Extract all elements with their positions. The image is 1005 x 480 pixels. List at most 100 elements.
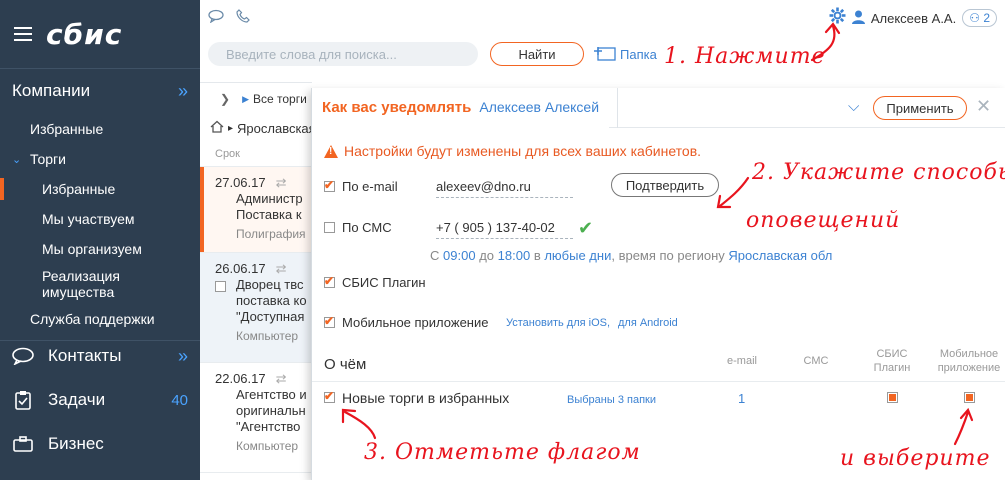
email-label: По e-mail (342, 179, 398, 194)
home-icon[interactable] (210, 120, 224, 136)
logo[interactable]: сбис (46, 18, 122, 51)
schedule-days[interactable]: любые дни (544, 248, 611, 263)
schedule-end-time[interactable]: 18:00 (498, 248, 531, 263)
user-icon (851, 10, 865, 27)
chevron-down-icon[interactable]: ⌵ (848, 98, 859, 115)
event-mobile-checkbox[interactable] (964, 392, 975, 403)
plugin-label: СБИС Плагин (342, 275, 426, 290)
schedule-tail: , время по региону (611, 248, 725, 263)
chevron-right-icon[interactable]: » (178, 81, 188, 102)
gear-icon[interactable] (829, 7, 846, 29)
new-folder-button[interactable]: Папка (594, 45, 657, 64)
briefcase-icon (12, 436, 34, 452)
event-plugin-checkbox[interactable] (887, 392, 898, 403)
column-email: e-mail (727, 355, 757, 367)
user-name[interactable]: Алексеев А.А. (871, 11, 956, 26)
sidebar-section-label: Задачи (48, 390, 106, 409)
region-filter[interactable]: ▸ Ярославская (200, 115, 312, 141)
event-new-tenders-checkbox[interactable] (324, 389, 335, 403)
row-subject: оригинальн (236, 403, 306, 418)
chevron-right-icon[interactable]: » (178, 346, 188, 367)
column-header-deadline[interactable]: Срок (200, 141, 312, 167)
table-row[interactable]: 27.06.17 ⇄ Администр Поставка к Полиграфи… (200, 167, 312, 253)
sidebar-section-business[interactable]: Бизнес (0, 422, 200, 466)
row-subject-cont: "Агентство (236, 419, 301, 434)
sidebar-item-favorites[interactable]: Избранные (0, 114, 200, 144)
schedule-start-time[interactable]: 09:00 (443, 248, 476, 263)
mobile-checkbox[interactable] (324, 314, 335, 328)
tab-notifications[interactable]: Как вас уведомлять Алексеев Алексей (312, 88, 610, 128)
annotation-step4: и выберите (840, 446, 991, 471)
region-label: Ярославская (237, 120, 312, 136)
warning-message: Настройки будут изменены для всех ваших … (324, 143, 701, 159)
sidebar-section-tasks[interactable]: Задачи 40 (0, 378, 200, 422)
sidebar-item-label: Реализация имущества (42, 268, 120, 300)
warning-text: Настройки будут изменены для всех ваших … (344, 143, 702, 159)
annotation-step1: 1. Нажмите (664, 44, 826, 69)
expand-arrow-icon[interactable]: ❯ (220, 92, 230, 106)
apply-button[interactable]: Применить (873, 96, 967, 120)
message-icon[interactable] (208, 9, 224, 26)
notifications-badge[interactable]: ⚇ 2 (962, 9, 997, 27)
sidebar-item-torgi-favorites[interactable]: Избранные (0, 174, 200, 204)
schedule-in: в (533, 248, 541, 263)
row-checkbox[interactable] (215, 281, 226, 292)
sidebar: сбис Компании » Избранные ⌄ Торги Избранн… (0, 0, 200, 480)
mobile-label: Мобильное приложение (342, 315, 489, 330)
sidebar-item-torgi[interactable]: ⌄ Торги (0, 144, 200, 174)
clipboard-icon (12, 390, 34, 410)
table-row[interactable]: 26.06.17 ⇄ Дворец твс поставка ко "Доступ… (200, 253, 312, 363)
breadcrumb-sep-icon: ▸ (228, 122, 234, 134)
table-row[interactable]: 22.06.17 ⇄ Агентство и оригинальн "Агентс… (200, 363, 312, 473)
panel-header: Как вас уведомлять Алексеев Алексей ⌵ Пр… (312, 88, 1005, 128)
email-field[interactable]: alexeev@dno.ru (436, 179, 573, 198)
search-input[interactable] (208, 42, 478, 66)
schedule-from: С (430, 248, 440, 263)
column-mobile: Мобильное приложение (932, 347, 1005, 375)
row-subject: поставка ко (236, 293, 307, 308)
forward-icon: ⇄ (275, 371, 287, 386)
sms-checkbox[interactable] (324, 222, 335, 233)
confirm-button[interactable]: Подтвердить (611, 173, 719, 197)
menu-icon[interactable] (14, 27, 32, 41)
row-title: Администр (236, 191, 303, 206)
schedule-to: до (479, 248, 495, 263)
forward-icon: ⇄ (275, 175, 287, 190)
column-mobile-l2: приложение (937, 362, 1001, 374)
ios-link[interactable]: Установить для iOS, (506, 317, 610, 329)
email-checkbox[interactable] (324, 178, 335, 192)
sidebar-item-support[interactable]: Служба поддержки (0, 304, 200, 334)
event-folders-link[interactable]: Выбраны 3 папки (567, 394, 656, 406)
sidebar-section-companies[interactable]: Компании » (0, 68, 200, 114)
panel-title: Как вас уведомлять (322, 98, 472, 116)
user-area: Алексеев А.А. ⚇ 2 (829, 7, 997, 29)
plugin-checkbox[interactable] (324, 274, 335, 288)
row-category: Полиграфия (236, 227, 306, 241)
sidebar-item-label: Служба поддержки (30, 311, 155, 327)
close-icon[interactable]: ✕ (976, 96, 991, 117)
sidebar-item-property[interactable]: Реализация имущества (0, 264, 200, 304)
find-button[interactable]: Найти (490, 42, 584, 66)
annotation-step2-line2: оповещений (746, 208, 901, 233)
sidebar-header: сбис (0, 0, 200, 68)
annotation-step3: 3. Отметьте флагом (364, 440, 641, 465)
row-category: Компьютер (236, 329, 299, 343)
sidebar-item-label: Мы участвуем (42, 211, 135, 227)
annotation-step2-line1: 2. Укажите способы (752, 160, 1005, 185)
row-date: 22.06.17 (215, 371, 266, 386)
schedule-region[interactable]: Ярославская обл (728, 248, 832, 263)
sidebar-item-participating[interactable]: Мы участвуем (0, 204, 200, 234)
column-plugin-l1: СБИС (876, 348, 908, 360)
sidebar-item-organizing[interactable]: Мы организуем (0, 234, 200, 264)
column-plugin-l2: Плагин (873, 362, 911, 374)
event-email-count[interactable]: 1 (738, 391, 745, 406)
check-icon: ✔ (578, 218, 594, 238)
android-link[interactable]: для Android (618, 317, 678, 329)
phone-field[interactable]: +7 ( 905 ) 137-40-02 (436, 220, 573, 239)
phone-icon[interactable] (236, 9, 250, 26)
sidebar-item-label: Торги (30, 151, 66, 167)
breadcrumb-all-tenders[interactable]: Все торги (253, 92, 307, 106)
panel-user-link[interactable]: Алексеев Алексей (479, 99, 599, 115)
row-subject: Поставка к (236, 207, 302, 222)
sidebar-section-contacts[interactable]: Контакты » (0, 334, 200, 378)
